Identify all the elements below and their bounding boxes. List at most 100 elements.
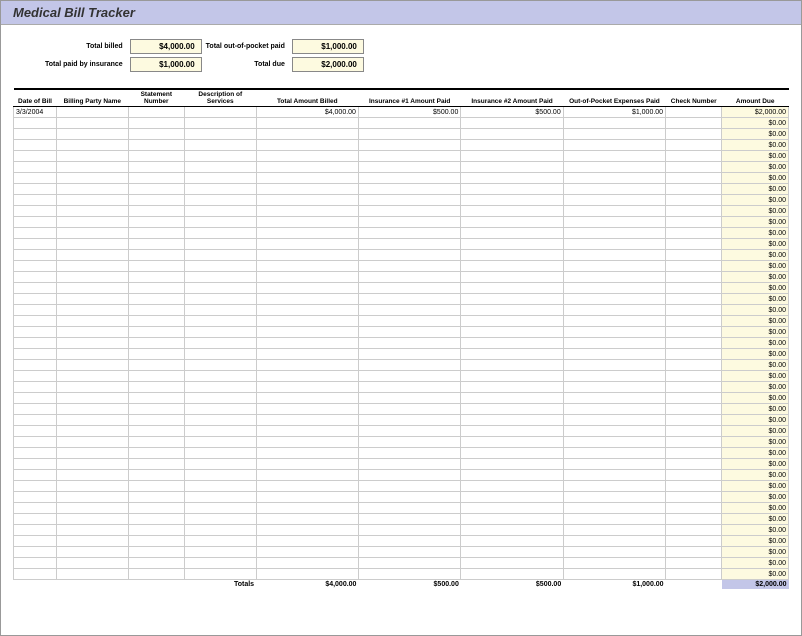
cell-oop[interactable] [563, 173, 665, 184]
cell-ins2[interactable] [461, 162, 563, 173]
cell-oop[interactable] [563, 217, 665, 228]
cell-stmt[interactable] [128, 547, 184, 558]
cell-party[interactable] [56, 415, 128, 426]
cell-ins1[interactable] [358, 162, 460, 173]
cell-check[interactable] [666, 470, 722, 481]
cell-desc[interactable] [184, 569, 256, 580]
cell-ins1[interactable] [358, 536, 460, 547]
cell-billed[interactable] [256, 140, 358, 151]
cell-ins1[interactable] [358, 140, 460, 151]
cell-due[interactable]: $0.00 [722, 272, 789, 283]
cell-billed[interactable] [256, 415, 358, 426]
table-row[interactable]: $0.00 [14, 283, 789, 294]
cell-desc[interactable] [184, 404, 256, 415]
table-row[interactable]: $0.00 [14, 481, 789, 492]
cell-party[interactable] [56, 371, 128, 382]
cell-date[interactable] [14, 261, 57, 272]
cell-date[interactable] [14, 426, 57, 437]
cell-ins1[interactable] [358, 228, 460, 239]
table-row[interactable]: $0.00 [14, 525, 789, 536]
cell-check[interactable] [666, 481, 722, 492]
cell-ins1[interactable] [358, 272, 460, 283]
cell-stmt[interactable] [128, 404, 184, 415]
cell-check[interactable] [666, 184, 722, 195]
cell-due[interactable]: $0.00 [722, 294, 789, 305]
cell-date[interactable] [14, 195, 57, 206]
cell-ins1[interactable] [358, 525, 460, 536]
table-row[interactable]: $0.00 [14, 129, 789, 140]
cell-stmt[interactable] [128, 261, 184, 272]
cell-check[interactable] [666, 316, 722, 327]
table-row[interactable]: $0.00 [14, 437, 789, 448]
cell-stmt[interactable] [128, 459, 184, 470]
cell-ins1[interactable] [358, 261, 460, 272]
cell-due[interactable]: $0.00 [722, 569, 789, 580]
cell-party[interactable] [56, 305, 128, 316]
cell-billed[interactable] [256, 569, 358, 580]
cell-desc[interactable] [184, 437, 256, 448]
cell-desc[interactable] [184, 382, 256, 393]
table-row[interactable]: $0.00 [14, 118, 789, 129]
cell-party[interactable] [56, 184, 128, 195]
cell-ins2[interactable] [461, 184, 563, 195]
cell-oop[interactable] [563, 415, 665, 426]
cell-ins2[interactable] [461, 206, 563, 217]
cell-ins1[interactable] [358, 426, 460, 437]
cell-desc[interactable] [184, 217, 256, 228]
cell-ins1[interactable] [358, 437, 460, 448]
cell-check[interactable] [666, 514, 722, 525]
cell-date[interactable] [14, 283, 57, 294]
cell-date[interactable] [14, 536, 57, 547]
cell-oop[interactable] [563, 360, 665, 371]
cell-desc[interactable] [184, 228, 256, 239]
cell-desc[interactable] [184, 129, 256, 140]
cell-ins2[interactable] [461, 140, 563, 151]
cell-date[interactable] [14, 272, 57, 283]
cell-stmt[interactable] [128, 426, 184, 437]
cell-ins1[interactable] [358, 569, 460, 580]
cell-ins1[interactable] [358, 393, 460, 404]
cell-oop[interactable] [563, 558, 665, 569]
cell-desc[interactable] [184, 162, 256, 173]
cell-billed[interactable] [256, 261, 358, 272]
cell-ins1[interactable] [358, 151, 460, 162]
cell-check[interactable] [666, 228, 722, 239]
cell-oop[interactable] [563, 525, 665, 536]
cell-due[interactable]: $0.00 [722, 448, 789, 459]
cell-date[interactable] [14, 569, 57, 580]
cell-billed[interactable] [256, 184, 358, 195]
cell-ins2[interactable] [461, 481, 563, 492]
cell-oop[interactable] [563, 547, 665, 558]
table-row[interactable]: $0.00 [14, 272, 789, 283]
cell-party[interactable] [56, 404, 128, 415]
cell-desc[interactable] [184, 426, 256, 437]
cell-ins1[interactable] [358, 217, 460, 228]
cell-check[interactable] [666, 338, 722, 349]
cell-due[interactable]: $0.00 [722, 129, 789, 140]
cell-due[interactable]: $0.00 [722, 118, 789, 129]
cell-due[interactable]: $0.00 [722, 426, 789, 437]
cell-ins2[interactable] [461, 118, 563, 129]
cell-stmt[interactable] [128, 140, 184, 151]
cell-date[interactable] [14, 382, 57, 393]
table-row[interactable]: $0.00 [14, 415, 789, 426]
cell-desc[interactable] [184, 371, 256, 382]
table-row[interactable]: $0.00 [14, 206, 789, 217]
cell-billed[interactable] [256, 448, 358, 459]
cell-date[interactable] [14, 250, 57, 261]
cell-oop[interactable] [563, 448, 665, 459]
cell-billed[interactable] [256, 382, 358, 393]
cell-check[interactable] [666, 305, 722, 316]
cell-due[interactable]: $0.00 [722, 173, 789, 184]
cell-billed[interactable] [256, 151, 358, 162]
cell-check[interactable] [666, 239, 722, 250]
cell-ins2[interactable] [461, 228, 563, 239]
cell-due[interactable]: $0.00 [722, 371, 789, 382]
cell-date[interactable] [14, 492, 57, 503]
cell-check[interactable] [666, 360, 722, 371]
cell-desc[interactable] [184, 107, 256, 118]
cell-stmt[interactable] [128, 569, 184, 580]
cell-oop[interactable] [563, 151, 665, 162]
cell-oop[interactable] [563, 316, 665, 327]
cell-date[interactable] [14, 371, 57, 382]
